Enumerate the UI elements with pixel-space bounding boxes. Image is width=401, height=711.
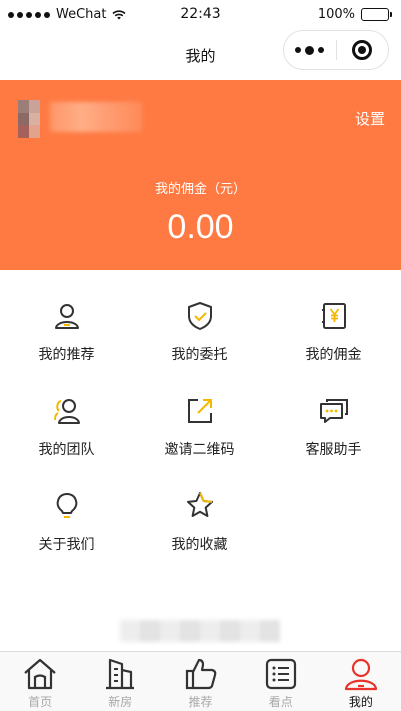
menu-label: 关于我们: [38, 537, 95, 553]
lightbulb-icon: [56, 493, 77, 518]
menu-label: 客服助手: [305, 442, 362, 458]
username-blurred: [50, 102, 142, 132]
status-bar: WeChat 22:43 100%: [0, 0, 401, 30]
tab-label: 新房: [108, 695, 133, 709]
commission-label: 我的佣金（元）: [154, 182, 246, 197]
settings-link[interactable]: 设置: [355, 108, 385, 129]
battery-percent: 100%: [317, 7, 355, 22]
commission-value: 0.00: [167, 208, 234, 246]
yuan-icon: [321, 303, 346, 329]
menu-label: 我的团队: [38, 442, 95, 458]
footer-text-blurred: [120, 620, 280, 642]
menu-item-my-referrals[interactable]: 我的推荐: [0, 290, 133, 385]
profile-header: 设置 我的佣金（元） 0.00: [0, 80, 401, 270]
menu-label: 邀请二维码: [164, 442, 235, 458]
nav-bar: 我的: [0, 30, 401, 80]
menu-item-invite-qrcode[interactable]: 邀请二维码: [133, 385, 266, 480]
profile-icon: [344, 658, 378, 691]
tab-recommend[interactable]: 推荐: [160, 652, 240, 711]
share-edit-icon: [187, 399, 212, 423]
menu-label: 我的收藏: [171, 537, 228, 553]
miniprogram-capsule: [283, 30, 389, 70]
menu-item-my-commission[interactable]: 我的佣金: [266, 290, 401, 385]
menu-item-my-team[interactable]: 我的团队: [0, 385, 133, 480]
user-icon: [54, 304, 79, 329]
tab-label: 推荐: [188, 695, 213, 709]
tab-home[interactable]: 首页: [0, 652, 80, 711]
avatar[interactable]: [18, 100, 40, 138]
tab-new-homes[interactable]: 新房: [80, 652, 160, 711]
menu-item-customer-service[interactable]: 客服助手: [266, 385, 401, 480]
home-icon: [24, 658, 56, 690]
list-icon: [265, 658, 296, 690]
battery-icon: [361, 8, 392, 21]
close-miniprogram-button[interactable]: [336, 31, 388, 69]
battery-status: 100%: [317, 7, 392, 22]
tab-mine[interactable]: 我的: [321, 652, 401, 711]
team-icon: [53, 399, 80, 424]
tab-label: 首页: [28, 695, 53, 709]
tab-bar: 首页 新房 推荐 看点 我的: [0, 651, 401, 711]
menu-item-about-us[interactable]: 关于我们: [0, 480, 133, 575]
tab-highlights[interactable]: 看点: [241, 652, 321, 711]
thumbs-up-icon: [185, 658, 216, 690]
menu-label: 我的推荐: [38, 347, 95, 363]
tab-label: 看点: [268, 695, 293, 709]
menu-item-my-entrustments[interactable]: 我的委托: [133, 290, 266, 385]
close-target-icon: [352, 40, 373, 60]
menu-grid: 我的推荐 我的委托 我的佣金 我的团队 邀请二维码 客服助手 关于我们 我的收藏: [0, 290, 401, 575]
menu-item-my-favorites[interactable]: 我的收藏: [133, 480, 266, 575]
building-icon: [106, 658, 135, 690]
menu-label: 我的委托: [171, 347, 228, 363]
shield-check-icon: [187, 302, 212, 330]
more-button[interactable]: [284, 31, 336, 69]
menu-label: 我的佣金: [305, 347, 362, 363]
tab-label: 我的: [348, 695, 373, 709]
star-icon: [186, 492, 213, 517]
chat-bubbles-icon: [319, 399, 348, 423]
